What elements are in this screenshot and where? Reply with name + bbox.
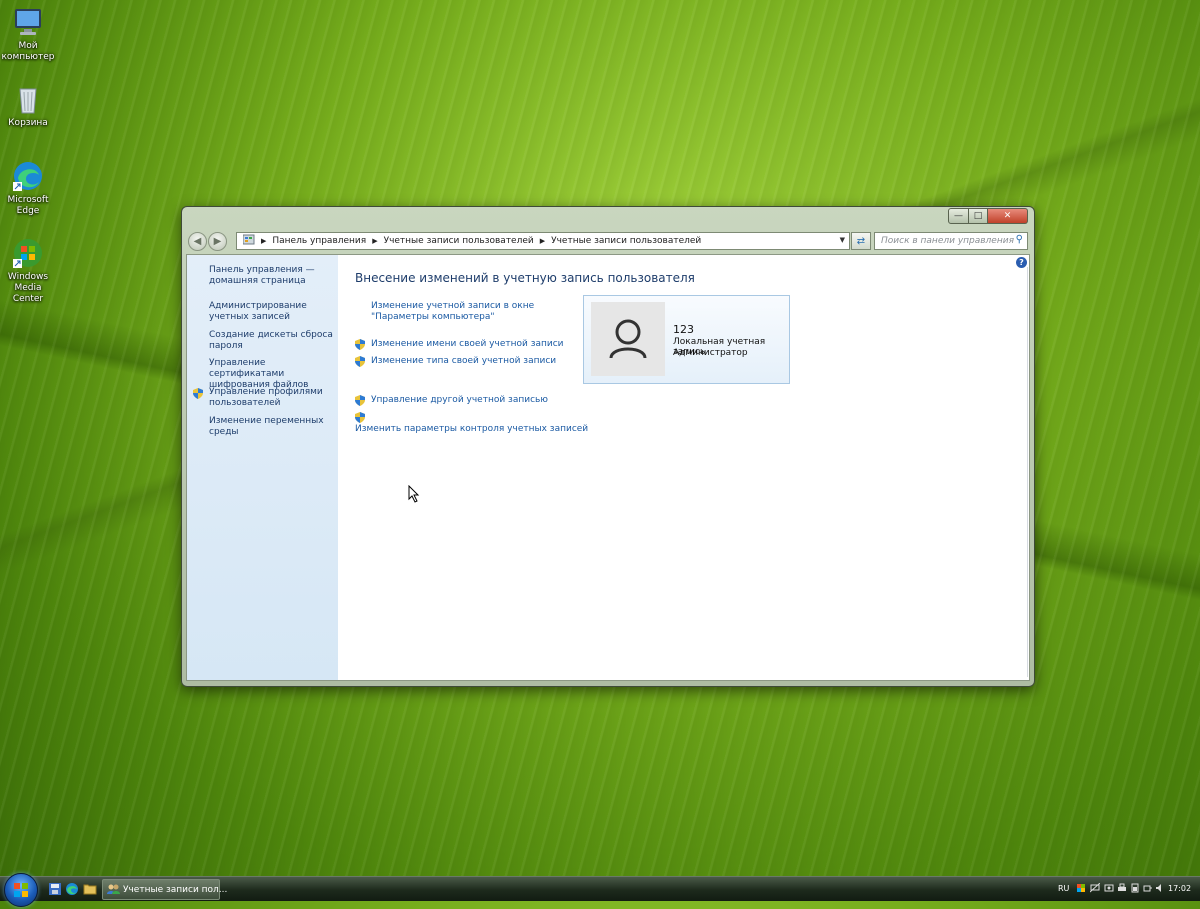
breadcrumb-separator-icon: ▶ <box>261 237 267 245</box>
window-controls: — □ ✕ <box>948 208 1028 224</box>
desktop-icon-recycle-bin[interactable]: Корзина <box>0 83 58 129</box>
desktop-icon-my-computer[interactable]: Мой компьютер <box>0 6 58 63</box>
uac-shield-icon <box>355 412 365 423</box>
taskbar: Учетные записи пол... RU 17:02 <box>0 873 1200 907</box>
windows-logo-icon <box>14 883 28 897</box>
desktop-icon-media-center[interactable]: Windows Media Center <box>0 237 58 305</box>
desktop-icon-label: Windows Media Center <box>7 272 49 304</box>
user-accounts-icon <box>107 883 120 898</box>
language-indicator[interactable]: RU <box>1058 884 1069 893</box>
back-arrow-icon: ◀ <box>193 236 202 247</box>
minimize-button[interactable]: — <box>948 208 969 224</box>
taskbar-button-label: Учетные записи пол... <box>123 884 228 895</box>
user-role: Администратор <box>673 348 748 358</box>
volume-icon[interactable] <box>1155 883 1165 893</box>
uac-shield-icon <box>355 395 365 406</box>
action-center-flag-icon[interactable] <box>1076 883 1086 893</box>
pane-edge <box>1027 267 1028 677</box>
user-icon <box>609 319 647 359</box>
quicklaunch-explorer-icon[interactable] <box>83 882 97 896</box>
recycle-bin-icon <box>12 83 44 115</box>
link-change-name[interactable]: Изменение имени своей учетной записи <box>371 339 564 350</box>
search-placeholder: Поиск в панели управления <box>881 236 1014 246</box>
link-manage-other-account[interactable]: Управление другой учетной записью <box>371 395 548 406</box>
link-change-type[interactable]: Изменение типа своей учетной записи <box>371 356 556 367</box>
forward-button[interactable]: ▶ <box>208 232 227 251</box>
page-title: Внесение изменений в учетную запись поль… <box>355 271 695 285</box>
desktop-icon-label: Мой компьютер <box>1 41 55 62</box>
breadcrumb-separator-icon: ▶ <box>539 237 546 245</box>
search-input[interactable]: Поиск в панели управления ⚲ <box>874 232 1028 250</box>
task-pane: Панель управления — домашняя страница Ад… <box>187 255 338 680</box>
close-icon: ✕ <box>1003 211 1012 221</box>
address-dropdown-icon[interactable]: ▼ <box>840 236 845 244</box>
uac-shield-icon <box>193 388 203 399</box>
user-name: 123 <box>673 323 694 336</box>
avatar <box>591 302 665 376</box>
forward-arrow-icon: ▶ <box>213 236 222 247</box>
quicklaunch-edge-icon[interactable] <box>65 882 79 896</box>
maximize-button[interactable]: □ <box>969 208 988 224</box>
sidebar-item-home[interactable]: Панель управления — домашняя страница <box>209 265 335 287</box>
refresh-button[interactable]: ⇄ <box>851 232 871 250</box>
minimize-icon: — <box>954 211 963 221</box>
desktop-icon-label: Корзина <box>8 118 48 128</box>
sidebar-item-profiles[interactable]: Управление профилями пользователей <box>209 387 335 409</box>
quicklaunch-save-icon[interactable] <box>48 882 62 896</box>
close-button[interactable]: ✕ <box>988 208 1028 224</box>
link-uac-settings[interactable]: Изменить параметры контроля учетных запи… <box>355 424 588 435</box>
control-panel-window: — □ ✕ ◀ ▶ ▶ Панель управления ▶ Учетные … <box>181 206 1035 687</box>
breadcrumb-separator-icon: ▶ <box>372 237 378 245</box>
navigation-bar: ◀ ▶ ▶ Панель управления ▶ Учетные записи… <box>188 231 1028 251</box>
edge-icon <box>12 160 44 192</box>
desktop-icon-edge[interactable]: Microsoft Edge <box>0 160 58 217</box>
sidebar-item-reset-disk[interactable]: Создание дискеты сброса пароля <box>209 330 335 352</box>
help-icon: ? <box>1019 258 1024 267</box>
desktop-icon-label: Microsoft Edge <box>7 195 49 216</box>
link-pc-settings[interactable]: Изменение учетной записи в окне "Парамет… <box>371 301 581 323</box>
mouse-cursor-icon <box>408 484 420 506</box>
control-panel-icon <box>242 234 255 248</box>
clock[interactable]: 17:02 <box>1168 884 1191 893</box>
help-button[interactable]: ? <box>1016 257 1027 268</box>
windows-media-center-icon <box>12 237 44 269</box>
content-area: Панель управления — домашняя страница Ад… <box>186 254 1030 681</box>
search-icon[interactable]: ⚲ <box>1016 234 1023 245</box>
sidebar-item-environment[interactable]: Изменение переменных среды <box>209 416 335 438</box>
maximize-icon: □ <box>973 211 983 221</box>
taskbar-button-user-accounts[interactable]: Учетные записи пол... <box>102 879 227 900</box>
safely-remove-icon[interactable] <box>1143 883 1153 893</box>
user-account-card: 123 Локальная учетная запись Администрат… <box>583 295 790 384</box>
uac-shield-icon <box>355 356 365 367</box>
breadcrumb-item[interactable]: Учетные записи пользователей <box>384 236 534 246</box>
breadcrumb-item[interactable]: Панель управления <box>272 236 366 246</box>
refresh-icon: ⇄ <box>856 235 866 247</box>
address-bar[interactable]: ▶ Панель управления ▶ Учетные записи пол… <box>236 232 850 250</box>
printer-icon[interactable] <box>1117 883 1127 893</box>
start-button[interactable] <box>4 873 38 907</box>
sidebar-item-account-admin[interactable]: Администрирование учетных записей <box>209 301 335 323</box>
battery-icon[interactable] <box>1130 883 1140 893</box>
breadcrumb-item[interactable]: Учетные записи пользователей <box>551 236 701 246</box>
back-button[interactable]: ◀ <box>188 232 207 251</box>
network-disconnected-icon[interactable] <box>1089 882 1101 893</box>
computer-icon <box>12 6 44 38</box>
main-pane: ? Внесение изменений в учетную запись по… <box>338 255 1029 680</box>
uac-shield-icon <box>355 339 365 350</box>
device-icon[interactable] <box>1104 883 1114 893</box>
